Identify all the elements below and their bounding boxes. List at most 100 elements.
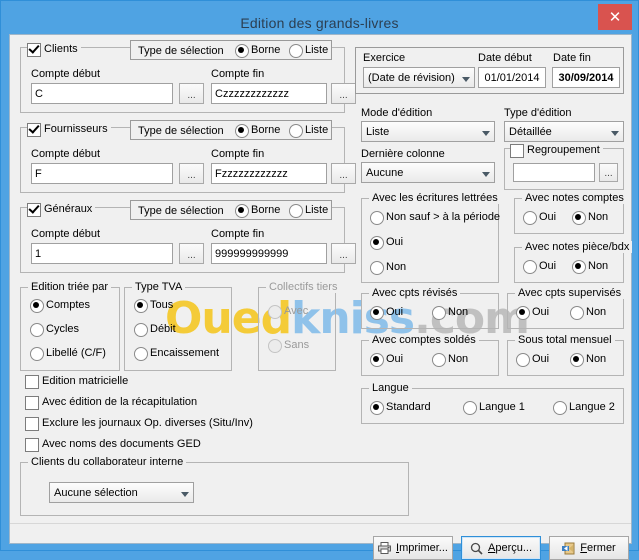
type-tva-encaissement-radio[interactable]: Encaissement <box>134 347 219 361</box>
type-tva-debit-radio[interactable]: Débit <box>134 323 176 337</box>
comptes-soldes-oui-label: Oui <box>386 353 404 365</box>
fournisseurs-checkbox[interactable]: Fournisseurs <box>27 123 108 137</box>
ecritures-lettrees-oui-radio[interactable]: Oui <box>370 236 404 250</box>
type-edition-select[interactable]: Détaillée <box>504 121 624 142</box>
generaux-end-input[interactable]: 999999999999 <box>211 243 327 264</box>
group-ecritures-lettrees: Avec les écritures lettrées Non sauf > à… <box>361 192 501 283</box>
checkbox-exclure-journaux-op-diverses[interactable]: Exclure les journaux Op. diverses (Situ/… <box>25 417 253 431</box>
clients-end-browse-button[interactable]: ... <box>331 83 356 104</box>
clients-selection-liste-radio[interactable]: Liste <box>289 44 329 58</box>
date-debut-input[interactable]: 01/01/2014 <box>478 67 546 88</box>
print-button[interactable]: Imprimer... <box>373 536 453 560</box>
generaux-selection-liste-radio[interactable]: Liste <box>289 204 328 218</box>
fournisseurs-end-input[interactable]: Fzzzzzzzzzzzz <box>211 163 327 184</box>
mode-edition-select-value: Liste <box>366 125 390 138</box>
type-tva-tous-radio[interactable]: Tous <box>134 299 173 313</box>
exercice-select-value: (Date de révision) <box>368 71 455 84</box>
sous-total-oui-radio[interactable]: Oui <box>516 353 549 367</box>
derniere-colonne-select-value: Aucune <box>366 166 404 179</box>
notes-piece-oui-radio[interactable]: Oui <box>523 260 556 274</box>
exercice-panel: Exercice Date début Date fin (Date de ré… <box>355 47 624 94</box>
notes-comptes-oui-radio[interactable]: Oui <box>523 211 556 225</box>
clients-start-browse-button[interactable]: ... <box>179 83 204 104</box>
comptes-soldes-non-radio[interactable]: Non <box>432 353 468 367</box>
group-type-tva-legend: Type TVA <box>132 281 186 293</box>
type-edition-label: Type d'édition <box>504 107 572 119</box>
generaux-selection-panel: Type de sélection Borne Liste <box>130 200 332 220</box>
generaux-end-browse-button[interactable]: ... <box>331 243 356 264</box>
clients-checkbox[interactable]: Clients <box>27 43 78 57</box>
regroupement-checkbox[interactable]: Regroupement <box>510 144 600 158</box>
regroupement-input[interactable] <box>513 163 595 182</box>
edition-triee-comptes-radio[interactable]: Comptes <box>30 299 90 313</box>
chevron-down-icon <box>482 171 490 177</box>
generaux-start-browse-button[interactable]: ... <box>179 243 204 264</box>
date-fin-input[interactable]: 30/09/2014 <box>552 67 620 88</box>
group-sous-total-mensuel: Sous total mensuel Oui Non <box>507 334 624 376</box>
cpts-supervises-non-label: Non <box>586 306 607 318</box>
checkbox-avec-edition-recapitulation[interactable]: Avec édition de la récapitulation <box>25 396 197 410</box>
ecritures-lettrees-oui-label: Oui <box>386 236 404 248</box>
group-type-tva: Type TVA Tous Débit Encaissement <box>124 281 232 371</box>
date-fin-label: Date fin <box>553 52 591 64</box>
regroupement-browse-button[interactable]: ... <box>599 163 618 182</box>
notes-piece-non-radio[interactable]: Non <box>572 260 608 274</box>
mode-edition-select[interactable]: Liste <box>361 121 495 142</box>
cpts-supervises-non-radio[interactable]: Non <box>570 306 607 320</box>
ecritures-lettrees-non-radio[interactable]: Non <box>370 261 406 275</box>
generaux-start-input[interactable]: 1 <box>31 243 173 264</box>
clients-end-input[interactable]: Czzzzzzzzzzzz <box>211 83 327 104</box>
ecritures-lettrees-nonsauf-label: Non sauf > à la période <box>386 211 501 223</box>
group-regroupement: Regroupement ... <box>504 142 624 190</box>
edition-triee-cycles-radio[interactable]: Cycles <box>30 323 80 337</box>
derniere-colonne-label: Dernière colonne <box>361 148 445 160</box>
preview-button[interactable]: Aperçu... <box>461 536 541 560</box>
fournisseurs-end-browse-button[interactable]: ... <box>331 163 356 184</box>
close-icon[interactable]: ✕ <box>598 4 632 30</box>
langue-1-radio[interactable]: Langue 1 <box>463 401 525 415</box>
langue-2-label: Langue 2 <box>569 401 615 413</box>
checkbox-edition-matricielle[interactable]: Edition matricielle <box>25 375 128 389</box>
sous-total-non-radio[interactable]: Non <box>570 353 606 367</box>
fournisseurs-selection-borne-radio[interactable]: Borne <box>235 124 280 138</box>
fournisseurs-start-input[interactable]: F <box>31 163 173 184</box>
cpts-revises-oui-label: Oui <box>386 306 404 318</box>
group-collectifs-tiers: Collectifs tiers Avec Sans <box>258 281 341 371</box>
checkbox-avec-noms-documents-ged[interactable]: Avec noms des documents GED <box>25 438 201 452</box>
edition-triee-libelle-radio[interactable]: Libellé (C/F) <box>30 347 106 361</box>
notes-comptes-non-radio[interactable]: Non <box>572 211 608 225</box>
generaux-end-label: Compte fin <box>211 228 265 240</box>
fournisseurs-start-browse-button[interactable]: ... <box>179 163 204 184</box>
derniere-colonne-select[interactable]: Aucune <box>361 162 495 183</box>
mode-edition-label: Mode d'édition <box>361 107 433 119</box>
dialog-window: Edition des grands-livres ✕ Ouedkniss.co… <box>0 0 639 560</box>
generaux-selection-borne-radio[interactable]: Borne <box>235 204 280 218</box>
clients-start-input[interactable]: C <box>31 83 173 104</box>
clients-selection-borne-label: Borne <box>251 44 281 56</box>
cpts-revises-oui-radio[interactable]: Oui <box>370 306 404 320</box>
collaborateur-select[interactable]: Aucune sélection <box>49 482 194 503</box>
exercice-label: Exercice <box>363 52 406 64</box>
exercice-select[interactable]: (Date de révision) <box>363 67 475 88</box>
clients-selection-borne-radio[interactable]: Borne <box>235 44 281 58</box>
generaux-checkbox[interactable]: Généraux <box>27 203 93 217</box>
ecritures-lettrees-nonsauf-radio[interactable]: Non sauf > à la période <box>370 211 501 225</box>
clients-end-label: Compte fin <box>211 68 265 80</box>
chevron-down-icon <box>611 130 619 136</box>
close-button[interactable]: Fermer <box>549 536 629 560</box>
group-langue-legend: Langue <box>369 382 412 394</box>
group-clients-legend: Clients <box>27 41 81 57</box>
clients-selection-liste-label: Liste <box>305 44 329 56</box>
cpts-supervises-oui-radio[interactable]: Oui <box>516 306 549 320</box>
group-collectifs-tiers-legend: Collectifs tiers <box>266 281 341 293</box>
langue-standard-radio[interactable]: Standard <box>370 401 431 415</box>
generaux-checkbox-label: Généraux <box>44 203 93 215</box>
edition-triee-cycles-label: Cycles <box>46 323 80 335</box>
date-debut-label: Date début <box>478 52 532 64</box>
preview-button-label: Aperçu... <box>487 542 533 554</box>
exit-door-icon <box>562 542 575 555</box>
cpts-revises-non-radio[interactable]: Non <box>432 306 468 320</box>
langue-2-radio[interactable]: Langue 2 <box>553 401 615 415</box>
fournisseurs-selection-liste-radio[interactable]: Liste <box>289 124 328 138</box>
comptes-soldes-oui-radio[interactable]: Oui <box>370 353 404 367</box>
